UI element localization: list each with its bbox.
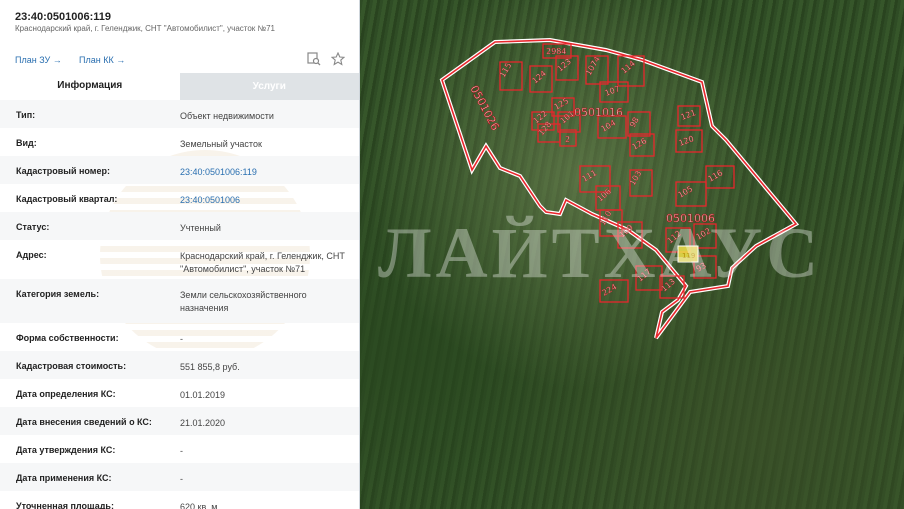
satellite-map[interactable]: 2984 115 124 123 1074 114 107 125 122 10… xyxy=(360,0,904,509)
cadastral-number-link[interactable]: 23:40:0501006:119 xyxy=(180,156,355,183)
row-value: Учтенный xyxy=(180,223,221,233)
row-value: 21.01.2020 xyxy=(180,418,226,428)
table-row: Статус: Учтенный xyxy=(0,212,359,240)
info-table: Тип: Объект недвижимости Вид: Земельный … xyxy=(0,100,359,509)
row-label: Дата определения КС: xyxy=(16,389,116,399)
row-value: Объект недвижимости xyxy=(180,111,274,121)
row-label: Дата утверждения КС: xyxy=(16,445,116,455)
table-row: Адрес: Краснодарский край, г. Геленджик,… xyxy=(0,240,359,279)
row-label: Дата применения КС: xyxy=(16,473,112,483)
row-label: Кадастровый квартал: xyxy=(16,194,118,204)
tab-info[interactable]: Информация xyxy=(0,73,180,100)
row-label: Кадастровая стоимость: xyxy=(16,361,127,371)
quarter-labels: 0501026 0501016 0501006 xyxy=(467,83,715,225)
quarter-label: 0501016 xyxy=(574,106,623,119)
table-row: Кадастровый квартал: 23:40:0501006 xyxy=(0,184,359,212)
parcel-label: 107 xyxy=(604,84,621,98)
quarter-label: 0501026 xyxy=(467,83,501,132)
table-row: Тип: Объект недвижимости xyxy=(0,100,359,128)
row-value: 01.01.2019 xyxy=(180,390,226,400)
row-label: Кадастровый номер: xyxy=(16,166,110,176)
plan-zu-link[interactable]: План ЗУ → xyxy=(15,55,62,65)
parcel-label: 105 xyxy=(677,184,695,199)
row-label: Вид: xyxy=(16,138,37,148)
row-value: 620 кв. м xyxy=(180,502,218,509)
plan-kk-label: План КК xyxy=(79,55,114,65)
address-subtitle: Краснодарский край, г. Геленджик, СНТ "А… xyxy=(15,24,275,33)
parcel-label: 114 xyxy=(620,59,637,76)
row-label: Статус: xyxy=(16,222,50,232)
parcel-label: 126 xyxy=(631,136,649,151)
parcel-label: 2984 xyxy=(546,47,566,56)
tab-services[interactable]: Услуги xyxy=(179,73,359,100)
table-row: Уточненная площадь: 620 кв. м xyxy=(0,491,359,509)
cadastral-number-title: 23:40:0501006:119 xyxy=(15,11,112,23)
parcel-label: 98 xyxy=(628,116,641,129)
parcel-label: 104 xyxy=(600,118,618,133)
arrow-right-icon: → xyxy=(116,55,126,65)
row-value: - xyxy=(180,474,183,484)
row-label: Тип: xyxy=(16,110,36,120)
row-value: Земли сельскохозяйственного назначения xyxy=(180,290,307,313)
table-row: Дата определения КС: 01.01.2019 xyxy=(0,379,359,407)
tabs: Информация Услуги xyxy=(0,73,359,100)
row-value: Краснодарский край, г. Геленджик, СНТ "А… xyxy=(180,251,345,274)
table-row: Дата применения КС: - xyxy=(0,463,359,491)
row-label: Дата внесения сведений о КС: xyxy=(16,417,152,427)
parcel-label: 2 xyxy=(565,135,570,144)
row-label: Уточненная площадь: xyxy=(16,501,114,509)
table-row: Дата внесения сведений о КС: 21.01.2020 xyxy=(0,407,359,435)
row-value: Земельный участок xyxy=(180,139,262,149)
table-row: Категория земель: Земли сельскохозяйстве… xyxy=(0,279,359,323)
row-label: Форма собственности: xyxy=(16,333,119,343)
toolbar xyxy=(307,52,345,66)
star-icon[interactable] xyxy=(331,52,345,66)
watermark-text: ЛАЙТХАУС xyxy=(378,213,823,293)
parcel-label: 123 xyxy=(556,57,573,74)
info-panel: 23:40:0501006:119 Краснодарский край, г.… xyxy=(0,0,360,509)
table-row: Форма собственности: - xyxy=(0,323,359,351)
table-row: Кадастровый номер: 23:40:0501006:119 xyxy=(0,156,359,184)
table-row: Дата утверждения КС: - xyxy=(0,435,359,463)
arrow-right-icon: → xyxy=(52,55,62,65)
row-value: - xyxy=(180,446,183,456)
row-value: 551 855,8 руб. xyxy=(180,362,240,372)
table-row: Кадастровая стоимость: 551 855,8 руб. xyxy=(0,351,359,379)
parcel-label: 111 xyxy=(581,168,599,183)
row-label: Категория земель: xyxy=(16,289,100,299)
parcel-label: 121 xyxy=(680,108,697,122)
cadastral-quarter-link[interactable]: 23:40:0501006 xyxy=(180,184,355,211)
search-map-icon[interactable] xyxy=(307,52,321,66)
row-label: Адрес: xyxy=(16,250,47,260)
plan-kk-link[interactable]: План КК → xyxy=(79,55,125,65)
parcel-label: 120 xyxy=(678,134,695,148)
table-row: Вид: Земельный участок xyxy=(0,128,359,156)
row-value: - xyxy=(180,334,183,344)
parcel-label: 116 xyxy=(707,168,725,183)
parcel-label: 124 xyxy=(531,69,548,86)
plan-zu-label: План ЗУ xyxy=(15,55,51,65)
